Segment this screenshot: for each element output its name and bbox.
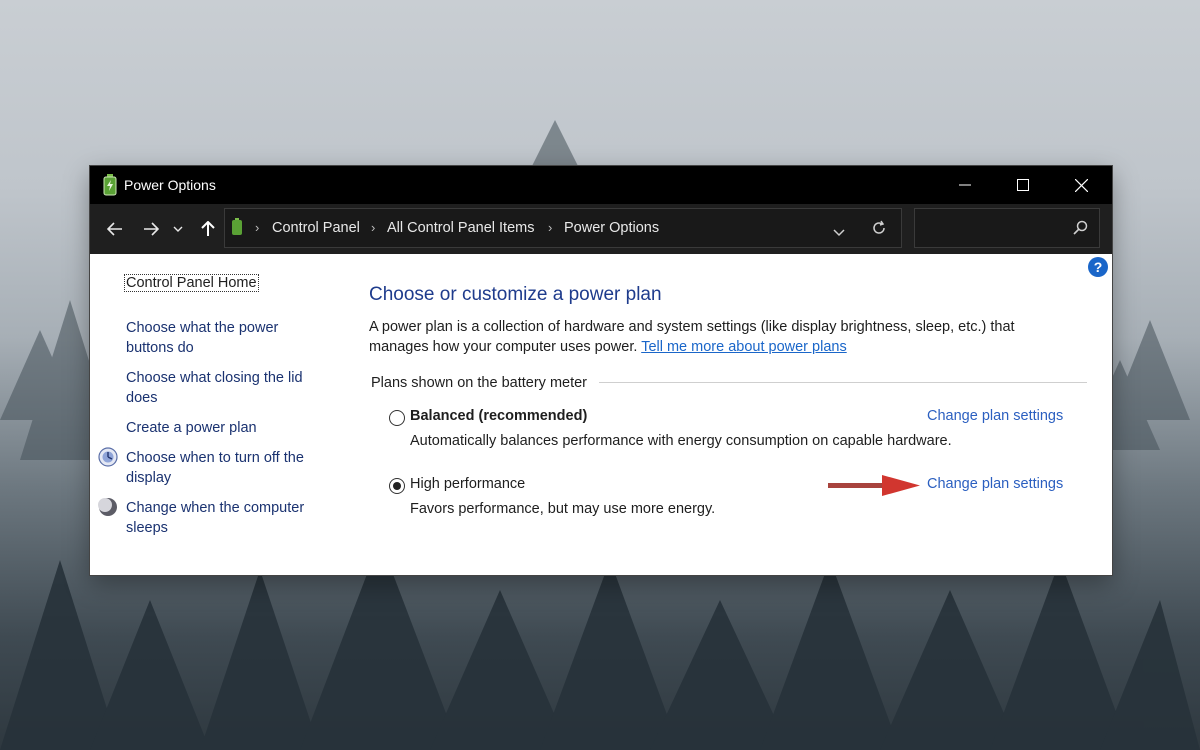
sidebar-home-link[interactable]: Control Panel Home [124, 274, 259, 292]
radio-high-performance[interactable] [389, 478, 405, 494]
address-bar: › Control Panel › All Control Panel Item… [90, 204, 1112, 254]
forward-button[interactable] [138, 216, 164, 242]
close-button[interactable] [1052, 166, 1110, 204]
battery-icon [231, 218, 243, 241]
address-path-box[interactable]: › Control Panel › All Control Panel Item… [224, 208, 902, 248]
change-plan-settings-high-performance-link[interactable]: Change plan settings [927, 476, 1063, 492]
group-divider [599, 382, 1087, 383]
sidebar-item-create-plan[interactable]: Create a power plan [126, 418, 326, 438]
radio-balanced[interactable] [389, 410, 405, 426]
refresh-button[interactable] [871, 220, 887, 241]
back-arrow-icon [107, 222, 122, 236]
moon-icon [98, 497, 118, 517]
breadcrumb-all-control-panel-items[interactable]: All Control Panel Items [387, 220, 534, 236]
sidebar-item-power-buttons[interactable]: Choose what the power buttons do [126, 318, 326, 358]
sidebar-item-turn-off-display[interactable]: Choose when to turn off the display [126, 448, 326, 488]
breadcrumb-control-panel[interactable]: Control Panel [272, 220, 360, 236]
plan-desc-high-performance: Favors performance, but may use more ene… [410, 501, 716, 517]
chevron-down-icon [173, 226, 183, 232]
plan-name-high-performance[interactable]: High performance [410, 476, 525, 492]
recent-locations-button[interactable] [170, 216, 186, 242]
forward-arrow-icon [144, 222, 159, 236]
refresh-icon [873, 220, 885, 234]
up-arrow-icon [201, 221, 215, 236]
title-bar: Power Options [90, 166, 1112, 204]
breadcrumb-power-options[interactable]: Power Options [564, 220, 659, 236]
chevron-down-icon [833, 229, 845, 237]
help-icon[interactable]: ? [1088, 257, 1108, 277]
sidebar-item-computer-sleeps[interactable]: Change when the computer sleeps [126, 498, 326, 538]
monitor-icon [98, 447, 118, 467]
annotation-arrow-icon [828, 475, 920, 496]
plan-name-balanced[interactable]: Balanced (recommended) [410, 408, 587, 424]
page-description: A power plan is a collection of hardware… [369, 317, 1069, 357]
learn-more-link[interactable]: Tell me more about power plans [641, 339, 847, 355]
page-title: Choose or customize a power plan [369, 284, 662, 305]
battery-icon [102, 174, 118, 199]
window-title: Power Options [124, 177, 216, 193]
chevron-right-icon: › [255, 220, 260, 235]
search-icon [1073, 220, 1088, 240]
search-input[interactable] [914, 208, 1100, 248]
plans-group-label: Plans shown on the battery meter [371, 375, 588, 391]
address-dropdown-button[interactable] [833, 224, 845, 242]
plan-desc-balanced: Automatically balances performance with … [410, 433, 952, 449]
minimize-button[interactable] [936, 166, 994, 204]
power-options-window: Power Options › Control Panel › All Cont… [90, 166, 1112, 575]
maximize-button[interactable] [994, 166, 1052, 204]
chevron-right-icon: › [548, 220, 553, 235]
change-plan-settings-balanced-link[interactable]: Change plan settings [927, 408, 1063, 424]
sidebar-item-closing-lid[interactable]: Choose what closing the lid does [126, 368, 326, 408]
chevron-right-icon: › [371, 220, 376, 235]
content-area: ? Control Panel Home Choose what the pow… [90, 254, 1112, 575]
up-button[interactable] [195, 216, 221, 242]
back-button[interactable] [102, 216, 128, 242]
